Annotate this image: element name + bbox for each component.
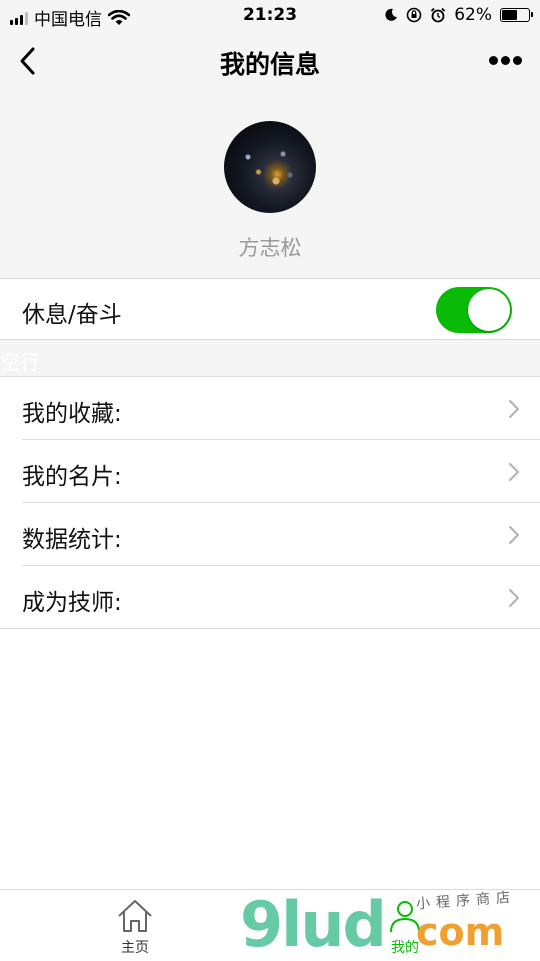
tab-bar: 主页 我的 xyxy=(0,889,540,960)
home-icon xyxy=(118,900,152,932)
rotation-lock-icon xyxy=(406,7,422,23)
menu-item-business-card[interactable]: 我的名片: xyxy=(0,440,540,503)
chevron-right-icon xyxy=(509,400,519,418)
battery-percent: 62% xyxy=(454,5,492,25)
menu-item-label: 成为技师: xyxy=(22,590,122,616)
menu-item-statistics[interactable]: 数据统计: xyxy=(0,503,540,566)
tab-label: 主页 xyxy=(121,940,149,956)
rest-work-toggle-row: 休息/奋斗 xyxy=(0,278,540,340)
nav-bar: 我的信息 xyxy=(0,30,540,92)
chevron-right-icon xyxy=(509,463,519,481)
status-right: 62% xyxy=(384,5,533,25)
tab-home[interactable]: 主页 xyxy=(95,898,175,957)
menu-item-become-technician[interactable]: 成为技师: xyxy=(0,566,540,629)
menu-item-label: 数据统计: xyxy=(22,527,122,553)
section-spacer-label: 空行 xyxy=(0,350,40,374)
menu-list: 我的收藏: 我的名片: 数据统计: 成为技师: xyxy=(0,377,540,629)
profile-name: 方志松 xyxy=(238,236,302,260)
avatar[interactable] xyxy=(224,121,316,213)
chevron-right-icon xyxy=(509,589,519,607)
menu-item-label: 我的收藏: xyxy=(22,401,122,427)
rest-work-switch[interactable] xyxy=(436,287,512,333)
chevron-right-icon xyxy=(509,526,519,544)
switch-knob xyxy=(468,289,510,331)
moon-icon xyxy=(385,8,398,21)
menu-item-favorites[interactable]: 我的收藏: xyxy=(0,377,540,440)
profile-header: 方志松 xyxy=(0,92,540,278)
section-spacer: 空行 xyxy=(0,340,540,377)
battery-icon xyxy=(500,8,533,22)
tab-mine[interactable]: 我的 xyxy=(365,898,445,957)
page-title: 我的信息 xyxy=(219,50,320,79)
tab-label: 我的 xyxy=(391,940,419,956)
battery-fill xyxy=(502,10,517,20)
menu-item-label: 我的名片: xyxy=(22,464,122,490)
user-icon xyxy=(390,901,420,933)
toggle-label: 休息/奋斗 xyxy=(22,302,122,328)
alarm-icon xyxy=(431,7,446,23)
status-bar: 中国电信 21:23 62% xyxy=(0,0,540,30)
more-dots-icon[interactable] xyxy=(489,56,522,65)
